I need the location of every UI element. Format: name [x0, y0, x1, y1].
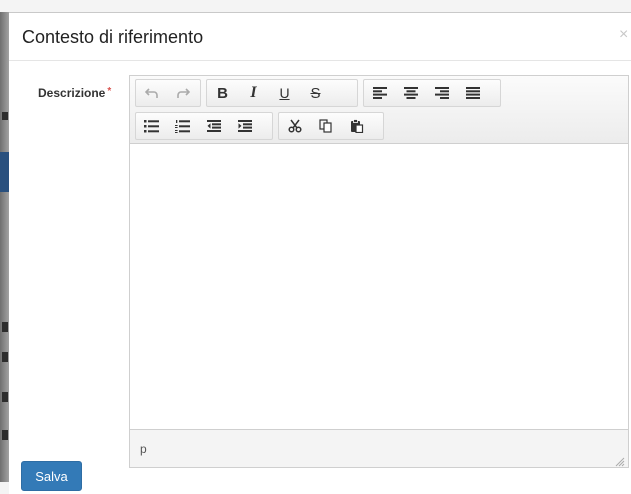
required-marker: * [107, 86, 112, 97]
align-right-icon [434, 87, 449, 99]
italic-icon: I [250, 84, 257, 101]
strikethrough-icon: S [310, 84, 321, 102]
outdent-icon [206, 120, 221, 132]
editor-content-area[interactable] [130, 145, 628, 421]
strikethrough-button[interactable]: S [300, 80, 331, 106]
outdent-button[interactable] [198, 113, 229, 139]
bullet-list-button[interactable] [136, 113, 167, 139]
bullet-list-icon [144, 119, 159, 133]
copy-button[interactable] [310, 113, 341, 139]
clipboard-group [278, 112, 384, 140]
editor-statusbar: p [130, 429, 628, 467]
indent-icon [237, 120, 252, 132]
align-justify-icon [465, 87, 480, 99]
align-right-button[interactable] [426, 80, 457, 106]
align-left-icon [372, 87, 387, 99]
undo-button[interactable] [136, 80, 167, 106]
align-center-icon [403, 87, 418, 99]
cut-icon [287, 119, 302, 133]
copy-icon [318, 119, 333, 133]
save-button[interactable]: Salva [21, 461, 82, 491]
modal-title: Contesto di riferimento [22, 27, 204, 47]
redo-button[interactable] [167, 80, 198, 106]
resize-handle-icon[interactable] [615, 454, 625, 467]
description-label: Descrizione * [38, 86, 111, 100]
cut-button[interactable] [279, 113, 310, 139]
redo-icon [176, 86, 190, 100]
list-group [135, 112, 273, 140]
paste-icon [350, 119, 364, 133]
align-left-button[interactable] [364, 80, 395, 106]
close-button[interactable]: × [619, 27, 628, 43]
paste-button[interactable] [341, 113, 372, 139]
align-justify-button[interactable] [457, 80, 488, 106]
numbered-list-button[interactable] [167, 113, 198, 139]
editor-toolbar: B I U S [130, 76, 628, 144]
underline-button[interactable]: U [269, 80, 300, 106]
indent-button[interactable] [229, 113, 260, 139]
history-group [135, 79, 201, 107]
rich-text-editor: B I U S p [129, 75, 629, 468]
modal-header: Contesto di riferimento × [9, 13, 631, 61]
bold-icon: B [217, 84, 228, 102]
alignment-group [363, 79, 501, 107]
undo-icon [144, 86, 159, 100]
description-label-text: Descrizione [38, 86, 106, 100]
bold-button[interactable]: B [207, 80, 238, 106]
numbered-list-icon [175, 119, 190, 133]
italic-button[interactable]: I [238, 80, 269, 106]
format-group: B I U S [206, 79, 358, 107]
modal-dialog: Contesto di riferimento × Descrizione * B… [9, 12, 631, 494]
element-path[interactable]: p [140, 442, 147, 456]
align-center-button[interactable] [395, 80, 426, 106]
underline-icon: U [279, 85, 290, 101]
